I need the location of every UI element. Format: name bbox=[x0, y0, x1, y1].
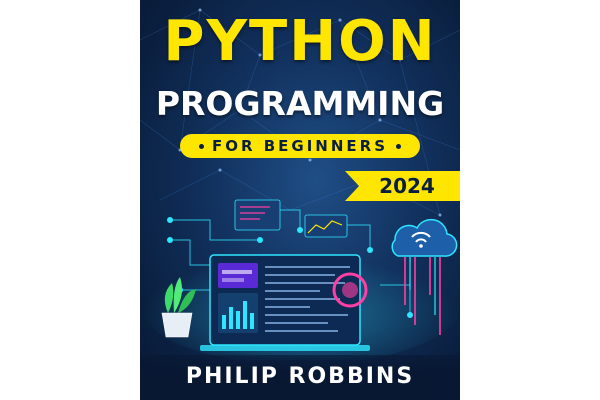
pill-dot-right bbox=[396, 143, 402, 149]
subtitle-pill: FOR BEGINNERS bbox=[180, 134, 420, 158]
author-name: PHILIP ROBBINS bbox=[185, 364, 415, 389]
title-line-2: PROGRAMMING bbox=[155, 84, 445, 123]
laptop-dashboard-icon bbox=[200, 254, 370, 351]
pill-dot-left bbox=[198, 143, 204, 149]
tech-illustration bbox=[140, 199, 460, 360]
book-cover: PYTHON PROGRAMMING FOR BEGINNERS 2024 PH… bbox=[140, 0, 460, 400]
subtitle: FOR BEGINNERS bbox=[211, 137, 389, 155]
title-line-1: PYTHON bbox=[163, 9, 437, 74]
